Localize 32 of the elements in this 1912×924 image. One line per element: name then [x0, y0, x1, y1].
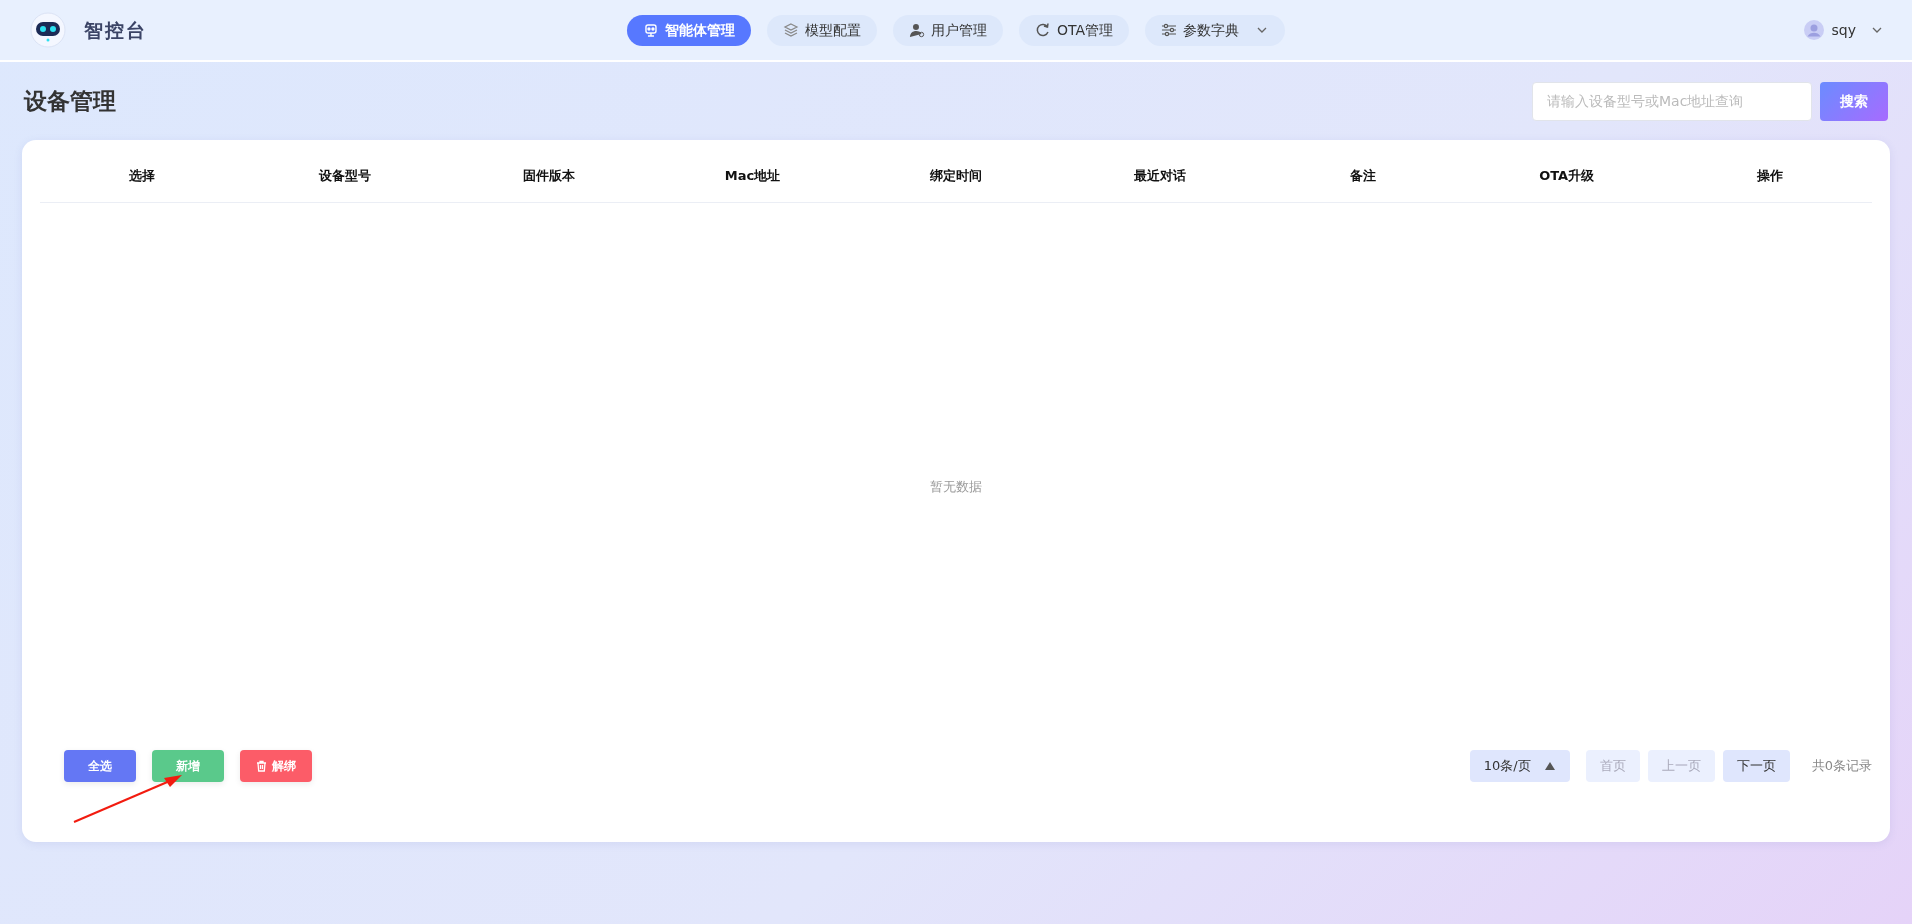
nav-tab[interactable]: 用户管理 — [892, 14, 1003, 46]
column-header: 操作 — [1756, 167, 1785, 186]
triangle-up-icon — [1543, 761, 1556, 771]
page-button[interactable]: 下一页 — [1722, 750, 1790, 782]
nav-tab[interactable]: 智能体管理 — [626, 14, 751, 46]
total-records: 共0条记录 — [1811, 757, 1872, 776]
robot-logo-icon — [28, 10, 68, 50]
empty-message: 暂无数据 — [930, 477, 982, 496]
column-header: 固件版本 — [521, 167, 576, 186]
user-name[interactable]: sqy — [1831, 19, 1856, 41]
avatar-icon — [1803, 20, 1824, 40]
layers-icon — [782, 22, 799, 38]
sliders-icon — [1161, 22, 1178, 38]
brand-title: 智控台 — [84, 17, 147, 43]
column-header: Mac地址 — [723, 167, 782, 186]
column-header: 绑定时间 — [929, 167, 983, 186]
nav-tab[interactable]: OTA管理 — [1018, 14, 1130, 46]
refresh-icon — [1034, 22, 1051, 38]
column-header: OTA升级 — [1538, 167, 1596, 186]
column-header: 设备型号 — [318, 167, 373, 186]
column-header: 备注 — [1349, 167, 1378, 186]
nav-tab[interactable]: 模型配置 — [766, 14, 877, 46]
robot-icon — [642, 22, 659, 38]
select-all-button[interactable]: 全选 — [64, 750, 136, 782]
search-field[interactable]: 请输入设备型号或Mac地址查询 — [1532, 81, 1812, 121]
user-icon — [908, 22, 925, 38]
trash-icon — [256, 760, 267, 772]
column-header: 选择 — [127, 167, 156, 186]
page-size-select[interactable]: 10条/页 — [1469, 750, 1570, 782]
nav-tab[interactable]: 参数字典 — [1145, 14, 1286, 46]
page-title: 设备管理 — [24, 86, 116, 116]
column-header: 最近对话 — [1132, 167, 1187, 186]
